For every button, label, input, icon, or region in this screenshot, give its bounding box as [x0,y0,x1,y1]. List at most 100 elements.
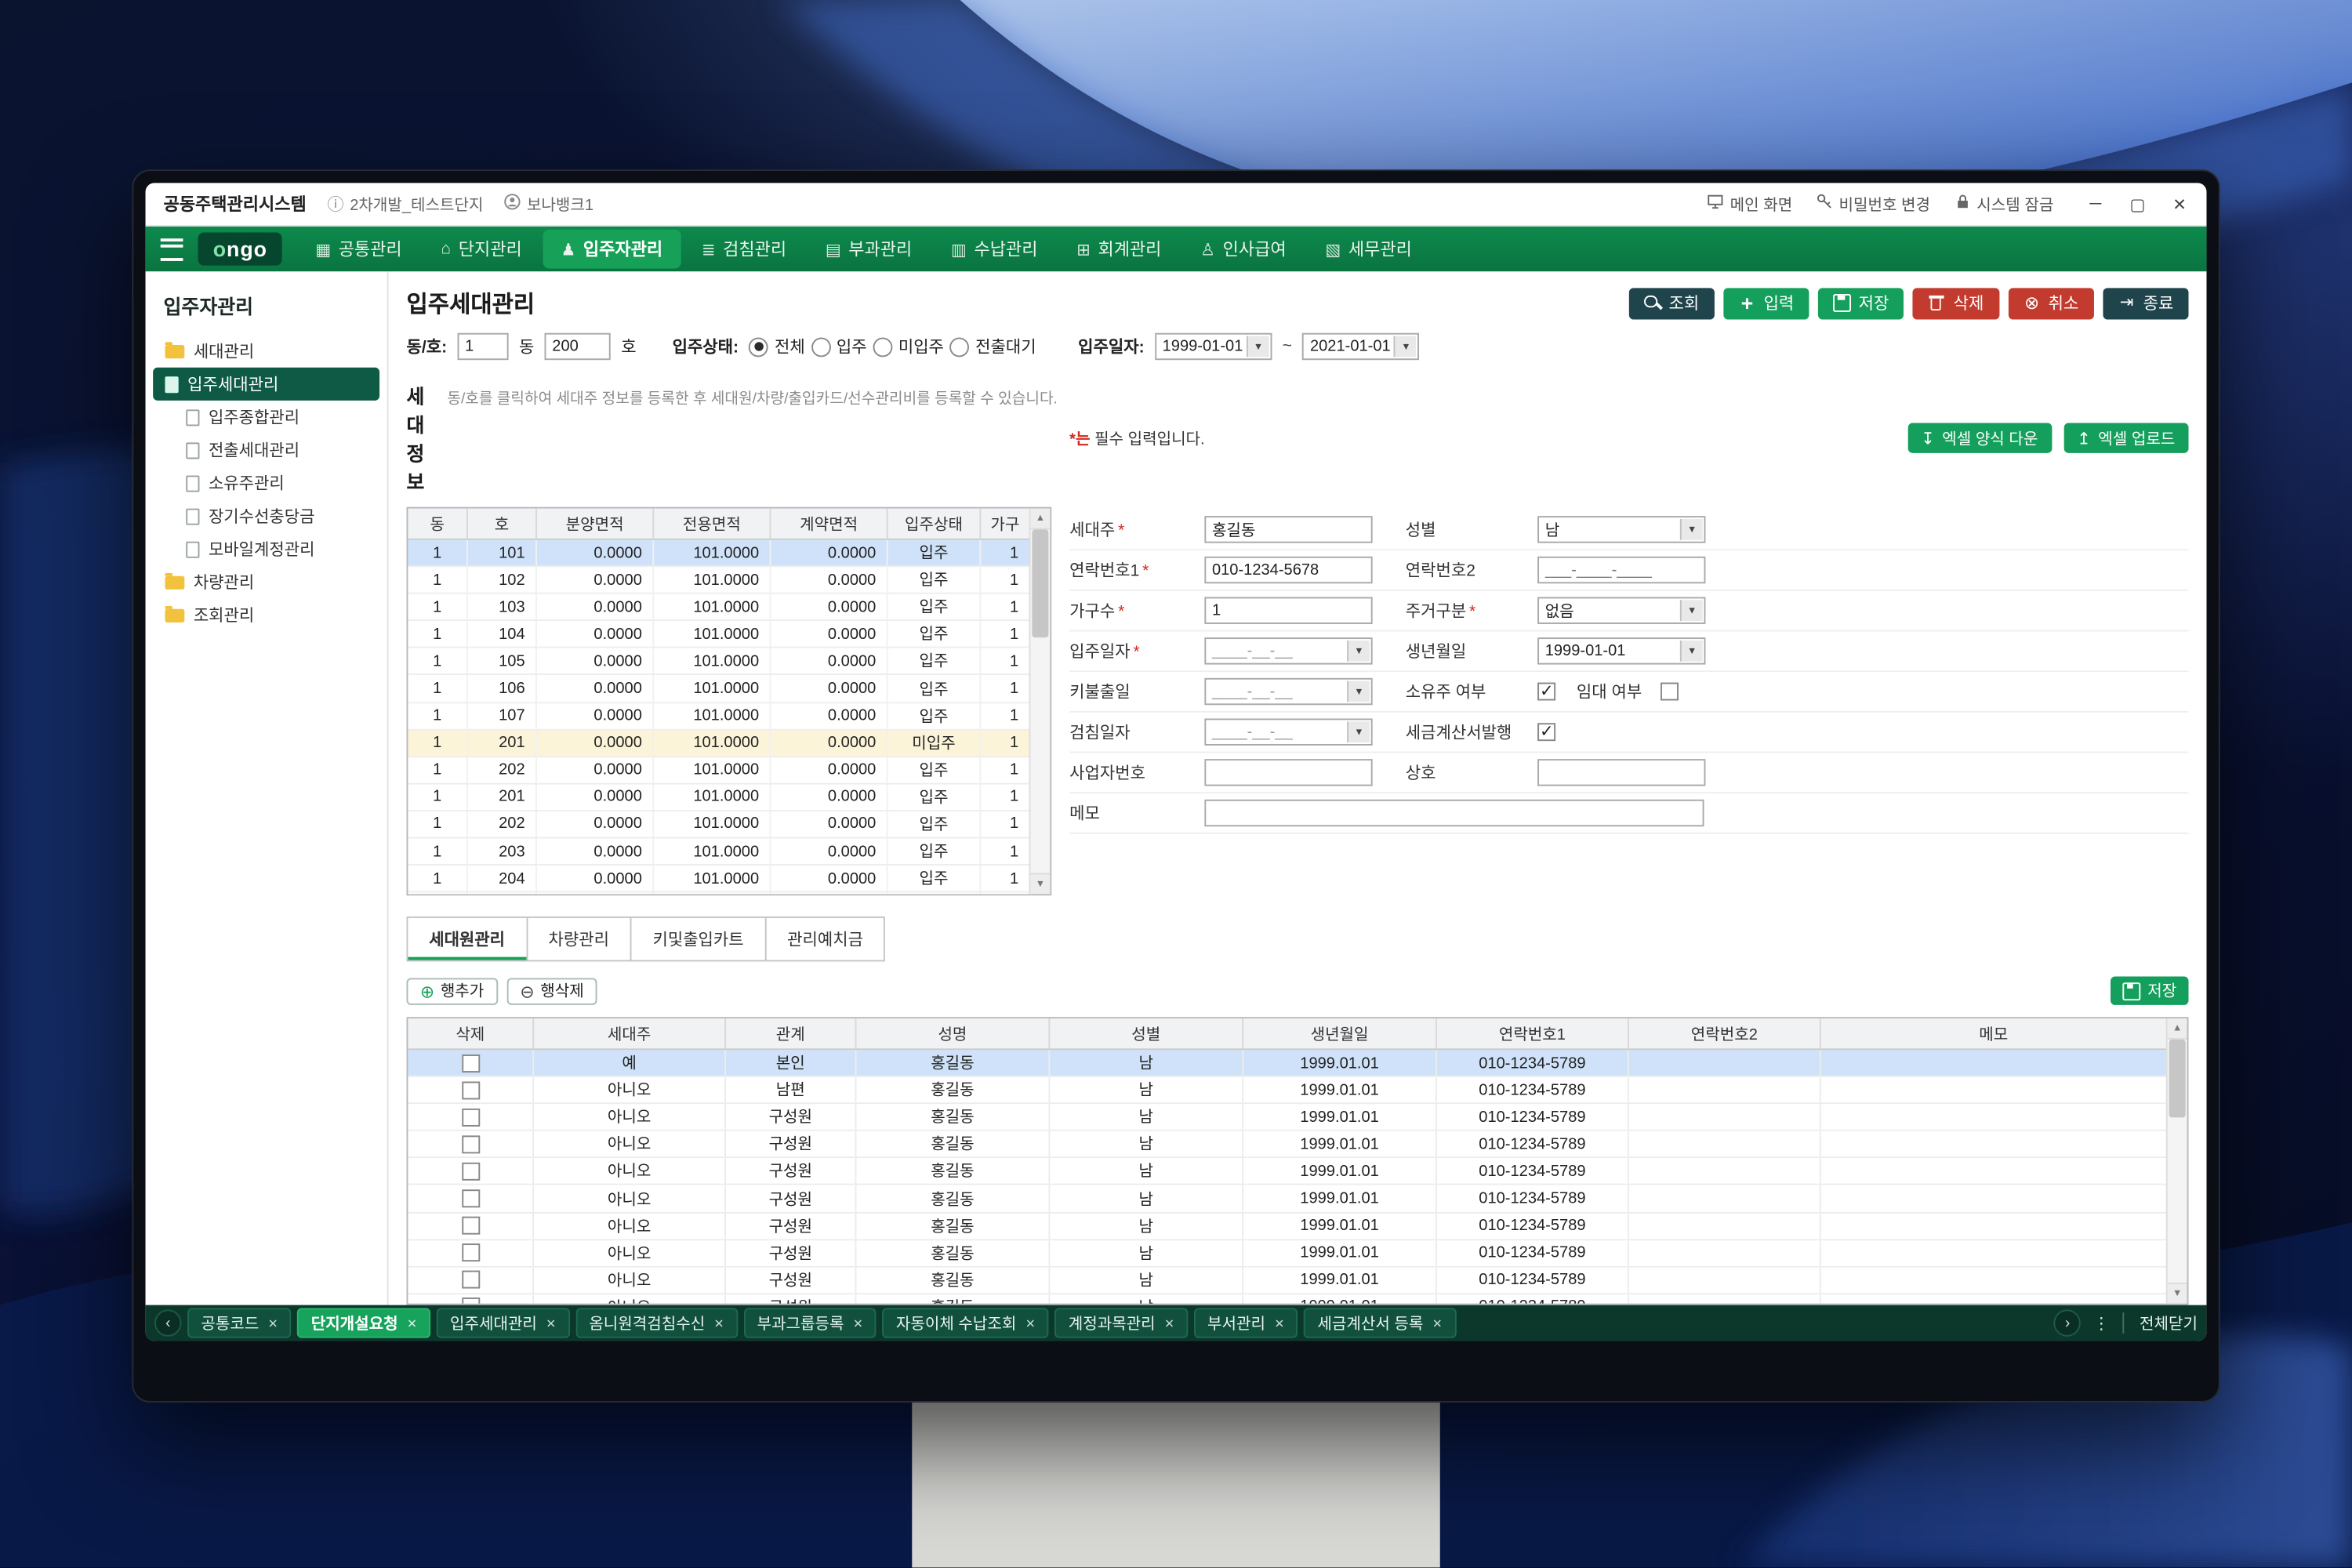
nav-item[interactable]: 부과관리 [808,230,930,269]
system-lock-link[interactable]: 시스템 잠금 [1955,193,2054,216]
toolbar-button[interactable]: 취소 [2008,287,2094,318]
tab-close-icon[interactable]: ✕ [853,1316,863,1330]
main-screen-link[interactable]: 메인 화면 [1708,193,1792,216]
scroll-up-icon[interactable]: ▲ [2168,1018,2187,1040]
tab-close-icon[interactable]: ✕ [1274,1316,1284,1330]
housing-type-select[interactable]: 없음 ▼ [1537,597,1705,623]
unit-table-row[interactable]: 1 201 0.0000 101.0000 0.0000 입주 1 [408,784,1030,811]
sidebar-item[interactable]: 전출세대관리 [153,434,379,466]
sidebar-item[interactable]: 소유주관리 [153,466,379,499]
memo-input[interactable] [1204,800,1704,826]
change-password-link[interactable]: 비밀번호 변경 [1817,193,1930,216]
excel-upload-button[interactable]: 엑셀 업로드 [2063,423,2189,453]
member-table-row[interactable]: 아니오 구성원 홍길동 남 1999.01.01 010-1234-5789 [408,1240,2167,1268]
household-count-input[interactable] [1204,597,1372,623]
unit-table-row[interactable]: 1 103 0.0000 101.0000 0.0000 입주 1 [408,594,1030,622]
unit-table-row[interactable]: 1 202 0.0000 101.0000 0.0000 입주 1 [408,811,1030,839]
toolbar-button[interactable]: 저장 [1818,287,1904,318]
task-tab[interactable]: 단지개설요청 ✕ [297,1308,430,1338]
row-delete-checkbox[interactable] [461,1217,479,1235]
unit-table-row[interactable]: 1 204 0.0000 101.0000 0.0000 입주 1 [408,866,1030,893]
ho-input[interactable] [545,333,611,360]
status-radio[interactable]: 미입주 [873,335,944,359]
tab-close-icon[interactable]: ✕ [1164,1316,1174,1330]
prev-tabs-button[interactable]: ‹ [154,1309,181,1336]
member-table-scrollbar[interactable]: ▲ ▼ [2166,1018,2187,1304]
tab-close-icon[interactable]: ✕ [1432,1316,1443,1330]
unit-table-row[interactable]: 1 202 0.0000 101.0000 0.0000 입주 1 [408,757,1030,785]
scroll-up-icon[interactable]: ▲ [1030,509,1050,530]
unit-table-row[interactable]: 1 105 0.0000 101.0000 0.0000 입주 1 [408,648,1030,676]
status-radio[interactable]: 입주 [811,335,866,359]
scroll-down-icon[interactable]: ▼ [1030,873,1050,895]
movein-date-select[interactable]: ____-__-__ ▼ [1204,637,1372,664]
nav-item[interactable]: 수납관리 [933,230,1055,269]
close-all-button[interactable]: 전체닫기 [2123,1312,2198,1334]
unit-table-row[interactable]: 1 203 0.0000 101.0000 0.0000 입주 1 [408,839,1030,866]
owner-checkbox[interactable] [1537,683,1555,701]
toolbar-button[interactable]: 입력 [1723,287,1809,318]
row-delete-checkbox[interactable] [461,1298,479,1305]
member-table-row[interactable]: 아니오 구성원 홍길동 남 1999.01.01 010-1234-5789 [408,1267,2167,1294]
tab-close-icon[interactable]: ✕ [1025,1316,1036,1330]
task-tab[interactable]: 세금계산서 등록 ✕ [1304,1308,1456,1338]
toolbar-button[interactable]: 삭제 [1913,287,1999,318]
unit-table-row[interactable]: 1 201 0.0000 101.0000 0.0000 미입주 1 [408,730,1030,757]
menu-icon[interactable] [161,238,183,260]
rent-checkbox[interactable] [1661,683,1679,701]
unit-table-row[interactable]: 1 205 0.0000 101.0000 0.0000 입주 1 [408,893,1030,895]
tab-close-icon[interactable]: ✕ [546,1316,556,1330]
status-radio[interactable]: 전체 [749,335,804,359]
sub-tab[interactable]: 차량관리 [528,918,632,960]
scroll-down-icon[interactable]: ▼ [2168,1283,2187,1304]
more-tabs-icon[interactable]: ⋮ [2093,1313,2111,1333]
scrollbar-thumb[interactable] [1032,529,1048,637]
tax-invoice-checkbox[interactable] [1537,723,1555,741]
unit-table-row[interactable]: 1 102 0.0000 101.0000 0.0000 입주 1 [408,567,1030,594]
tab-close-icon[interactable]: ✕ [407,1316,417,1330]
dong-input[interactable] [457,333,508,360]
task-tab[interactable]: 옴니원격검침수신 ✕ [575,1308,738,1338]
unit-table-row[interactable]: 1 104 0.0000 101.0000 0.0000 입주 1 [408,622,1030,649]
toolbar-button[interactable]: 조회 [1628,287,1715,318]
sidebar-item[interactable]: 장기수선충당금 [153,499,379,532]
date-from-select[interactable]: 1999-01-01 ▼ [1155,333,1272,360]
add-row-button[interactable]: 행추가 [407,978,498,1004]
phone2-input[interactable] [1537,557,1705,583]
meter-reading-date-select[interactable]: ____-__-__ ▼ [1204,718,1372,745]
status-radio[interactable]: 전출대기 [950,335,1036,359]
member-table-row[interactable]: 아니오 남편 홍길동 남 1999.01.01 010-1234-5789 [408,1077,2167,1105]
nav-item[interactable]: 세무관리 [1307,230,1429,269]
excel-template-download-button[interactable]: 엑셀 양식 다운 [1907,423,2052,453]
nav-item[interactable]: 공통관리 [297,230,419,269]
member-table-row[interactable]: 아니오 구성원 홍길동 남 1999.01.01 010-1234-5789 [408,1213,2167,1240]
sub-tab[interactable]: 관리예치금 [766,918,884,960]
task-tab[interactable]: 입주세대관리 ✕ [437,1308,570,1338]
row-delete-checkbox[interactable] [461,1081,479,1099]
nav-item[interactable]: 회계관리 [1058,230,1179,269]
scrollbar-thumb[interactable] [2169,1040,2186,1117]
member-table-row[interactable]: 아니오 구성원 홍길동 남 1999.01.01 010-1234-5789 [408,1159,2167,1186]
sub-tab[interactable]: 키및출입카트 [632,918,767,960]
toolbar-button[interactable]: 종료 [2103,287,2189,318]
row-delete-checkbox[interactable] [461,1271,479,1289]
member-save-button[interactable]: 저장 [2110,977,2188,1005]
row-delete-checkbox[interactable] [461,1054,479,1072]
member-table-row[interactable]: 예 본인 홍길동 남 1999.01.01 010-1234-5789 [408,1050,2167,1077]
member-table-row[interactable]: 아니오 구성원 홍길동 남 1999.01.01 010-1234-5789 [408,1294,2167,1305]
row-delete-checkbox[interactable] [461,1135,479,1153]
sub-tab[interactable]: 세대원관리 [408,918,527,960]
nav-item[interactable]: 입주자관리 [543,230,681,269]
minimize-button[interactable]: ─ [2086,195,2104,213]
birthdate-select[interactable]: 1999-01-01 ▼ [1537,637,1705,664]
head-of-household-input[interactable] [1204,516,1372,543]
delete-row-button[interactable]: 행삭제 [506,978,597,1004]
key-issue-date-select[interactable]: ____-__-__ ▼ [1204,678,1372,705]
sidebar-item[interactable]: 차량관리 [153,565,379,598]
next-tabs-button[interactable]: › [2054,1309,2081,1336]
business-number-input[interactable] [1204,759,1372,786]
close-button[interactable]: ✕ [2171,194,2189,214]
nav-item[interactable]: 단지관리 [423,230,539,269]
phone1-input[interactable] [1204,557,1372,583]
sidebar-item[interactable]: 입주세대관리 [153,368,379,401]
